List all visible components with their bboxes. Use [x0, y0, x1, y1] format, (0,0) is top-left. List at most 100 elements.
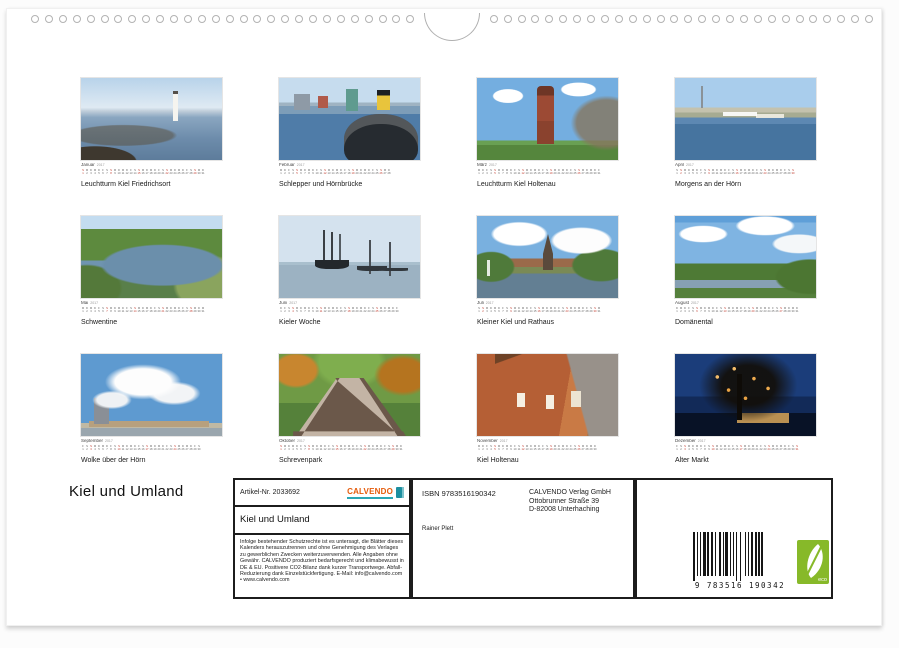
month-cell-september: September2017F1S2S3M4D5M6D7F8S9S10M11D12…: [81, 354, 222, 465]
barcode-bar: [736, 532, 737, 584]
mini-calendar-day: F31: [597, 169, 601, 175]
binding-hole-icon: [128, 15, 136, 23]
month-cell-oktober: Oktober2017S1M2D3M4D5F6S7S8M9D10M11D12F1…: [279, 354, 420, 465]
month-cell-mai: Mai2017M1D2M3D4F5S6S7M8D9M10D11F12S13S14…: [81, 216, 222, 327]
mini-calendar-year: 2017: [691, 301, 699, 305]
barcode-bar: [723, 532, 724, 576]
article-number: Artikel-Nr. 2033692: [240, 489, 300, 496]
binding-hole-icon: [45, 15, 53, 23]
binding-hole-icon: [281, 15, 289, 23]
month-caption: Schrevenpark: [279, 457, 420, 465]
mini-calendar: Oktober2017S1M2D3M4D5F6S7S8M9D10M11D12F1…: [279, 439, 420, 451]
binding-hole-icon: [114, 15, 122, 23]
barcode-bar: [755, 532, 756, 576]
barcode-bar: [748, 532, 749, 576]
binding-hole-icon: [392, 15, 400, 23]
barcode-bar: [725, 532, 727, 576]
eco-badge-label: eco: [818, 577, 827, 583]
mini-calendar-year: 2017: [486, 301, 494, 305]
calvendo-logo-tagline: [347, 497, 393, 499]
mini-calendar-day: F30: [395, 307, 399, 313]
month-cell-november: November2017M1D2F3S4S5M6D7M8D9F10S11S12M…: [477, 354, 618, 465]
mini-calendar-year: 2017: [489, 163, 497, 167]
isbn-number: ISBN 9783516190342: [422, 489, 496, 498]
month-photo: [477, 354, 618, 436]
binding-hole-icon: [684, 15, 692, 23]
mini-calendar-month: Mai: [81, 301, 88, 305]
barcode-bar: [693, 532, 695, 584]
binding-hole-icon: [573, 15, 581, 23]
publisher-line: Ottobrunner Straße 39: [529, 498, 611, 507]
binding-hole-icon: [615, 15, 623, 23]
binding-hole-icon: [712, 15, 720, 23]
barcode-bar: [761, 532, 762, 576]
binding-hole-icon: [782, 15, 790, 23]
calvendo-logo-icon: [396, 487, 404, 498]
binding-hole-icon: [823, 15, 831, 23]
barcode-bar: [730, 532, 731, 576]
month-photo: [81, 78, 222, 160]
barcode-bar: [711, 532, 713, 576]
mini-calendar-year: 2017: [297, 163, 305, 167]
binding-hole-icon: [504, 15, 512, 23]
mini-calendar-year: 2017: [289, 301, 297, 305]
month-cell-august: August2017D1M2D3F4S5S6M7D8M9D10F11S12S13…: [675, 216, 816, 327]
month-cell-juni: Juni2017D1F2S3S4M5D6M7D8F9S10S11M12D13M1…: [279, 216, 420, 327]
mini-calendar-month: Juli: [477, 301, 484, 305]
binding-hole-icon: [587, 15, 595, 23]
binding-hole-icon: [809, 15, 817, 23]
binding-hole-icon: [559, 15, 567, 23]
page-title: Kiel und Umland: [69, 483, 184, 500]
mini-calendar: Januar2017S1M2D3M4D5F6S7S8M9D10M11D12F13…: [81, 163, 222, 175]
month-cell-februar: Februar2017M1D2F3S4S5M6D7M8D9F10S11S12M1…: [279, 78, 420, 189]
info-box-title: Kiel und Umland: [235, 505, 409, 533]
mini-calendar-month: September: [81, 439, 103, 443]
month-cell-juli: Juli2017S1S2M3D4M5D6F7S8S9M10D11M12D13F1…: [477, 216, 618, 327]
month-caption: Alter Markt: [675, 457, 816, 465]
publisher-line: CALVENDO Verlag GmbH: [529, 489, 611, 498]
binding-hole-icon: [726, 15, 734, 23]
barcode-bar: [740, 532, 741, 584]
ean-barcode: 9 783516 190342: [693, 532, 787, 590]
mini-calendar-day: M31: [201, 307, 205, 313]
mini-calendar-month: März: [477, 163, 487, 167]
binding-hole-icon: [253, 15, 261, 23]
binding-hole-icon: [351, 15, 359, 23]
month-caption: Kleiner Kiel und Rathaus: [477, 319, 618, 327]
binding-hole-icon: [309, 15, 317, 23]
month-photo: [477, 78, 618, 160]
barcode-bar: [697, 532, 698, 576]
binding-hole-icon: [657, 15, 665, 23]
month-caption: Leuchtturm Kiel Friedrichsort: [81, 181, 222, 189]
binding-hole-icon: [531, 15, 539, 23]
mini-calendar: September2017F1S2S3M4D5M6D7F8S9S10M11D12…: [81, 439, 222, 451]
eco-badge: eco: [797, 540, 829, 584]
month-cell-april: April2017S1S2M3D4M5D6F7S8S9M10D11M12D13F…: [675, 78, 816, 189]
mini-calendar-month: Oktober: [279, 439, 295, 443]
barcode-bar: [745, 532, 746, 576]
barcode-bar: [703, 532, 707, 576]
mini-calendar-day: S30: [197, 445, 201, 451]
barcode-bar: [700, 532, 701, 576]
month-caption: Leuchtturm Kiel Holtenau: [477, 181, 618, 189]
binding-hole-icon: [865, 15, 873, 23]
binding-hole-icon: [170, 15, 178, 23]
month-photo: [675, 354, 816, 436]
binding-hole-icon: [406, 15, 414, 23]
calendar-back-page: Januar2017S1M2D3M4D5F6S7S8M9D10M11D12F13…: [6, 8, 882, 626]
mini-calendar: März2017M1D2F3S4S5M6D7M8D9F10S11S12M13D1…: [477, 163, 618, 175]
binding-hole-icon: [768, 15, 776, 23]
barcode-bars: [693, 532, 787, 580]
month-photo: [279, 354, 420, 436]
binding-hole-icon: [740, 15, 748, 23]
mini-calendar-year: 2017: [297, 439, 305, 443]
mini-calendar: Dezember2017F1S2S3M4D5M6D7F8S9S10M11D12M…: [675, 439, 816, 451]
mini-calendar-day: D31: [399, 445, 403, 451]
mini-calendar-day: S31: [795, 445, 799, 451]
mini-calendar-year: 2017: [97, 163, 105, 167]
binding-hole-icon: [184, 15, 192, 23]
author-name: Rainer Plett: [422, 526, 453, 532]
binding-hole-icon: [379, 15, 387, 23]
binding-hole-icon: [156, 15, 164, 23]
binding-hole-icon: [601, 15, 609, 23]
